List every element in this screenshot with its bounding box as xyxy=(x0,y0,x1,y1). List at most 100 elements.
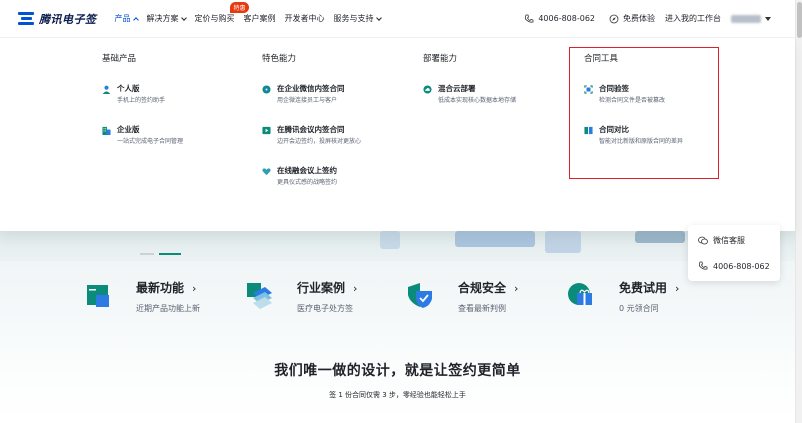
phone-icon xyxy=(525,14,534,23)
feature-desc: 0 元领合同 xyxy=(619,304,659,313)
nav-right: 4006-808-062 免费体验 进入我的工作台 xyxy=(524,13,771,24)
user-menu[interactable] xyxy=(731,14,771,23)
contact-float-card: 微信客服 4006-808-062 xyxy=(688,225,780,281)
free-trial-link[interactable]: 免费体验 xyxy=(609,13,655,24)
chevron-right-icon: › xyxy=(192,282,197,295)
shield-icon xyxy=(408,283,432,308)
nav-developer[interactable]: 开发者中心 xyxy=(285,13,325,24)
menu-item-hybrid-cloud[interactable]: 混合云部署 低成本实现核心数据本地存储 xyxy=(423,84,573,104)
banner-decoration xyxy=(635,231,685,243)
column-title: 部署能力 xyxy=(423,54,458,64)
person-icon xyxy=(102,85,111,94)
new-feature-icon xyxy=(87,285,109,307)
feature-compliance[interactable]: 合规安全 › 查看最新判例 xyxy=(406,279,567,314)
wechat-icon xyxy=(698,236,708,245)
avatar xyxy=(731,14,761,23)
nav-pricing-label: 定价与购买 xyxy=(194,14,235,23)
promo-badge: 特惠 xyxy=(230,2,249,13)
menu-item-name: 在腾讯会议内签合同 xyxy=(277,125,345,134)
nav-cases-label: 客户案例 xyxy=(243,14,276,23)
column-deploy: 部署能力 混合云部署 低成本实现核心数据本地存储 xyxy=(423,52,573,125)
brand-name: 腾讯电子签 xyxy=(39,12,97,26)
menu-item-personal[interactable]: 个人版 手机上的签约助手 xyxy=(102,84,252,104)
menu-item-meeting[interactable]: 在腾讯会议内签合同 边开会边签约，投屏核对更放心 xyxy=(262,125,412,145)
case-icon xyxy=(247,283,272,309)
menu-item-name: 个人版 xyxy=(117,84,140,93)
nav-cases[interactable]: 客户案例 xyxy=(244,13,276,24)
carousel-dots xyxy=(140,253,186,255)
wechat-service-link[interactable]: 微信客服 xyxy=(698,235,745,246)
menu-item-name: 企业版 xyxy=(117,125,140,134)
compass-icon xyxy=(609,14,619,23)
menu-item-desc: 手机上的签约助手 xyxy=(117,97,166,104)
nav-support-label: 服务与支持 xyxy=(333,14,374,23)
chevron-right-icon: › xyxy=(514,282,519,295)
caret-down-icon xyxy=(765,16,771,21)
menu-item-desc: 一站式完成电子合同管理 xyxy=(117,138,184,145)
banner-decoration xyxy=(545,231,581,253)
wechat-service-label: 微信客服 xyxy=(713,236,745,245)
free-trial-label: 免费体验 xyxy=(623,14,655,23)
feature-desc: 近期产品功能上新 xyxy=(136,304,200,313)
product-dropdown: 基础产品 个人版 手机上的签约助手 企业版 一站式完成电子合同管理 特色能力 在… xyxy=(0,38,795,231)
column-features: 特色能力 在企业微信内签合同 用企微连接员工与客户 在腾讯会议内签合同 边开会边… xyxy=(262,52,412,207)
feature-title: 合规安全 › xyxy=(458,281,519,295)
scrollbar-thumb[interactable] xyxy=(797,2,802,38)
carousel-dot-active[interactable] xyxy=(159,253,181,255)
banner-decoration xyxy=(455,231,535,247)
menu-item-desc: 低成本实现核心数据本地存储 xyxy=(438,97,517,104)
feature-title: 最新功能 › xyxy=(136,281,197,295)
feature-desc: 医疗电子处方签 xyxy=(297,304,353,313)
nav-product-label: 产品 xyxy=(114,14,131,23)
menu-item-name: 在企业微信内签合同 xyxy=(277,84,345,93)
menu-item-desc: 用企微连接员工与客户 xyxy=(277,97,338,104)
menu-item-wecom[interactable]: 在企业微信内签合同 用企微连接员工与客户 xyxy=(262,84,412,104)
phone-link[interactable]: 4006-808-062 xyxy=(524,14,595,24)
nav-solutions[interactable]: 解决方案 xyxy=(146,13,187,24)
scrollbar[interactable] xyxy=(795,0,802,423)
cloud-icon xyxy=(423,85,432,94)
nav-pricing[interactable]: 定价与购买 特惠 xyxy=(194,2,249,24)
hero-section: 最新功能 › 近期产品功能上新 行业案例 › 医疗电子处方签 合规安全 › 查看最新判… xyxy=(0,231,795,423)
banner-decoration xyxy=(380,231,400,249)
brand-logo[interactable]: 腾讯电子签 xyxy=(18,11,97,27)
column-title: 特色能力 xyxy=(262,54,297,64)
hero-banner xyxy=(0,231,795,261)
workbench-link[interactable]: 进入我的工作台 xyxy=(665,13,721,24)
page: 腾讯电子签 产品 解决方案 定价与购买 特惠 客户案例 开发者中心 服务与支持 … xyxy=(0,0,802,423)
phone-icon xyxy=(698,261,708,270)
carousel-dot[interactable] xyxy=(140,253,154,255)
menu-item-name: 混合云部署 xyxy=(438,84,476,93)
menu-item-enterprise[interactable]: 企业版 一站式完成电子合同管理 xyxy=(102,125,252,145)
slogan-title: 我们唯一做的设计，就是让签约更简单 xyxy=(274,363,521,379)
menu-item-desc: 更具仪式感的战略签约 xyxy=(277,179,338,186)
nav-solutions-label: 解决方案 xyxy=(146,14,179,23)
meeting-icon xyxy=(262,126,271,135)
chevron-right-icon: › xyxy=(675,282,680,295)
chevron-down-icon xyxy=(375,14,382,21)
feature-title: 行业案例 › xyxy=(297,281,358,295)
contact-phone-link[interactable]: 4006-808-062 xyxy=(698,261,770,271)
feature-new[interactable]: 最新功能 › 近期产品功能上新 xyxy=(84,279,245,314)
menu-item-ceremony[interactable]: 在线融会议上签约 更具仪式感的战略签约 xyxy=(262,166,412,186)
feature-row: 最新功能 › 近期产品功能上新 行业案例 › 医疗电子处方签 合规安全 › 查看最新判… xyxy=(84,279,728,314)
feature-cases[interactable]: 行业案例 › 医疗电子处方签 xyxy=(245,279,406,314)
building-icon xyxy=(102,126,111,135)
nav-support[interactable]: 服务与支持 xyxy=(333,13,382,24)
menu-item-desc: 边开会边签约，投屏核对更放心 xyxy=(277,138,362,145)
contact-phone-number: 4006-808-062 xyxy=(713,261,770,271)
feature-desc: 查看最新判例 xyxy=(458,304,506,313)
wecom-icon xyxy=(262,85,271,94)
heart-icon xyxy=(262,168,271,176)
menu-item-name: 在线融会议上签约 xyxy=(277,166,337,175)
chevron-right-icon: › xyxy=(353,282,358,295)
logo-icon xyxy=(18,12,36,25)
top-nav: 腾讯电子签 产品 解决方案 定价与购买 特惠 客户案例 开发者中心 服务与支持 … xyxy=(0,0,795,38)
column-basic: 基础产品 个人版 手机上的签约助手 企业版 一站式完成电子合同管理 xyxy=(102,52,252,166)
gift-icon xyxy=(568,283,592,305)
nav-product[interactable]: 产品 xyxy=(114,13,139,24)
feature-trial[interactable]: 免费试用 › 0 元领合同 xyxy=(567,279,728,314)
highlight-box xyxy=(569,47,719,179)
column-title: 基础产品 xyxy=(102,54,137,64)
chevron-down-icon xyxy=(180,14,187,21)
